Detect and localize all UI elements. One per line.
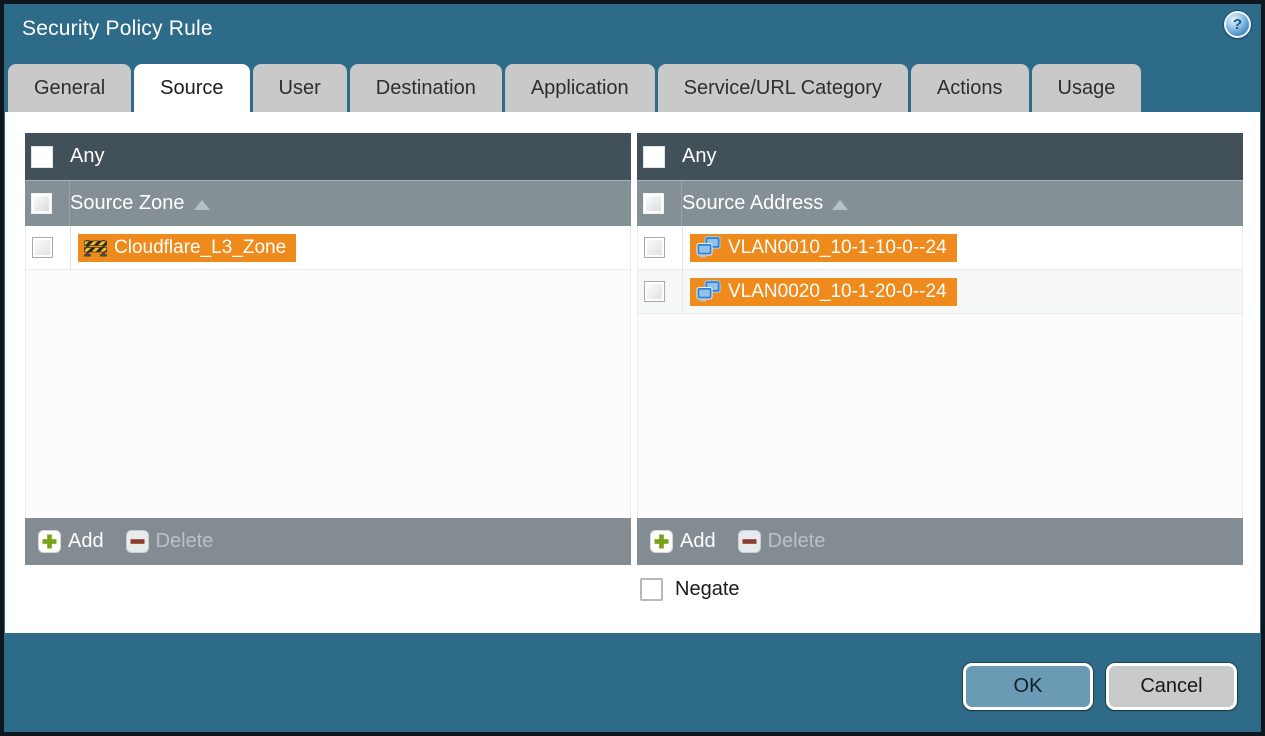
- any-label: Any: [682, 145, 717, 167]
- tab-service-url-category[interactable]: Service/URL Category: [657, 64, 908, 112]
- content-area: Any Source Zone Cloudflare_L3_Zone Add D…: [5, 112, 1260, 633]
- column-header-label: Source Address: [682, 192, 824, 214]
- plus-icon: [38, 530, 61, 553]
- help-glyph: ?: [1232, 16, 1243, 33]
- minus-icon: [737, 530, 761, 553]
- plus-icon: [650, 530, 673, 553]
- source-address-table-body: VLAN0010_10-1-10-0--24 VLAN0020_10-1-20-…: [637, 226, 1243, 518]
- add-label: Add: [68, 530, 104, 552]
- source-address-panel: Any Source Address VLAN0010_10-1-10-0--2…: [637, 133, 1243, 565]
- tab-general[interactable]: General: [8, 64, 132, 112]
- source-address-any-checkbox[interactable]: [643, 145, 665, 168]
- row-checkbox-cell: [638, 226, 683, 269]
- address-chip[interactable]: VLAN0010_10-1-10-0--24: [690, 233, 957, 262]
- network-address-icon: [696, 280, 721, 302]
- delete-button[interactable]: Delete: [125, 530, 214, 553]
- tab-destination[interactable]: Destination: [349, 64, 502, 112]
- column-header-label: Source Zone: [70, 192, 185, 214]
- ok-button[interactable]: OK: [963, 663, 1093, 710]
- tab-application[interactable]: Application: [504, 64, 655, 112]
- delete-label: Delete: [155, 530, 214, 552]
- negate-label: Negate: [675, 578, 740, 600]
- row-checkbox-cell: [638, 270, 683, 313]
- add-button[interactable]: Add: [650, 530, 716, 553]
- source-address-any-header: Any: [637, 133, 1243, 180]
- tab-user[interactable]: User: [252, 64, 347, 112]
- select-all-cell: [637, 181, 682, 226]
- select-all-cell: [25, 181, 70, 226]
- delete-button[interactable]: Delete: [737, 530, 826, 553]
- any-label: Any: [70, 145, 105, 167]
- address-name: VLAN0020_10-1-20-0--24: [728, 280, 947, 302]
- source-address-select-all-checkbox[interactable]: [643, 193, 664, 214]
- negate-row: Negate: [640, 578, 740, 601]
- tab-source[interactable]: Source: [134, 64, 250, 112]
- source-zone-panel: Any Source Zone Cloudflare_L3_Zone Add D…: [25, 133, 631, 565]
- row-checkbox-cell: [26, 226, 71, 269]
- minus-icon: [125, 530, 149, 553]
- any-checkbox-cell: [637, 133, 682, 180]
- source-zone-select-all-checkbox[interactable]: [31, 193, 52, 214]
- address-name: VLAN0010_10-1-10-0--24: [728, 236, 947, 258]
- zone-barrier-icon: [84, 240, 107, 257]
- row-checkbox[interactable]: [32, 237, 53, 258]
- dialog-title: Security Policy Rule: [22, 17, 213, 40]
- security-policy-rule-dialog: Security Policy Rule ? General Source Us…: [0, 0, 1265, 736]
- table-row[interactable]: VLAN0010_10-1-10-0--24: [638, 226, 1242, 270]
- row-checkbox[interactable]: [644, 281, 665, 302]
- table-row[interactable]: VLAN0020_10-1-20-0--24: [638, 270, 1242, 314]
- negate-checkbox[interactable]: [640, 578, 663, 601]
- add-label: Add: [680, 530, 716, 552]
- help-icon[interactable]: ?: [1224, 11, 1251, 38]
- source-zone-toolbar: Add Delete: [25, 518, 631, 565]
- row-checkbox[interactable]: [644, 237, 665, 258]
- any-checkbox-cell: [25, 133, 70, 180]
- cancel-button[interactable]: Cancel: [1106, 663, 1237, 710]
- source-zone-table-body: Cloudflare_L3_Zone: [25, 226, 631, 518]
- zone-chip[interactable]: Cloudflare_L3_Zone: [78, 233, 297, 262]
- source-address-toolbar: Add Delete: [637, 518, 1243, 565]
- tab-bar: General Source User Destination Applicat…: [8, 64, 1142, 112]
- source-zone-column-header[interactable]: Source Zone: [25, 180, 631, 226]
- source-zone-any-checkbox[interactable]: [31, 145, 53, 168]
- delete-label: Delete: [767, 530, 826, 552]
- table-row[interactable]: Cloudflare_L3_Zone: [26, 226, 630, 270]
- source-zone-any-header: Any: [25, 133, 631, 180]
- sort-ascending-icon: [832, 199, 849, 210]
- source-address-column-header[interactable]: Source Address: [637, 180, 1243, 226]
- network-address-icon: [696, 236, 721, 258]
- address-chip[interactable]: VLAN0020_10-1-20-0--24: [690, 277, 957, 306]
- zone-name: Cloudflare_L3_Zone: [114, 236, 287, 258]
- add-button[interactable]: Add: [38, 530, 104, 553]
- tab-usage[interactable]: Usage: [1031, 64, 1142, 112]
- sort-ascending-icon: [193, 199, 210, 210]
- tab-actions[interactable]: Actions: [910, 64, 1029, 112]
